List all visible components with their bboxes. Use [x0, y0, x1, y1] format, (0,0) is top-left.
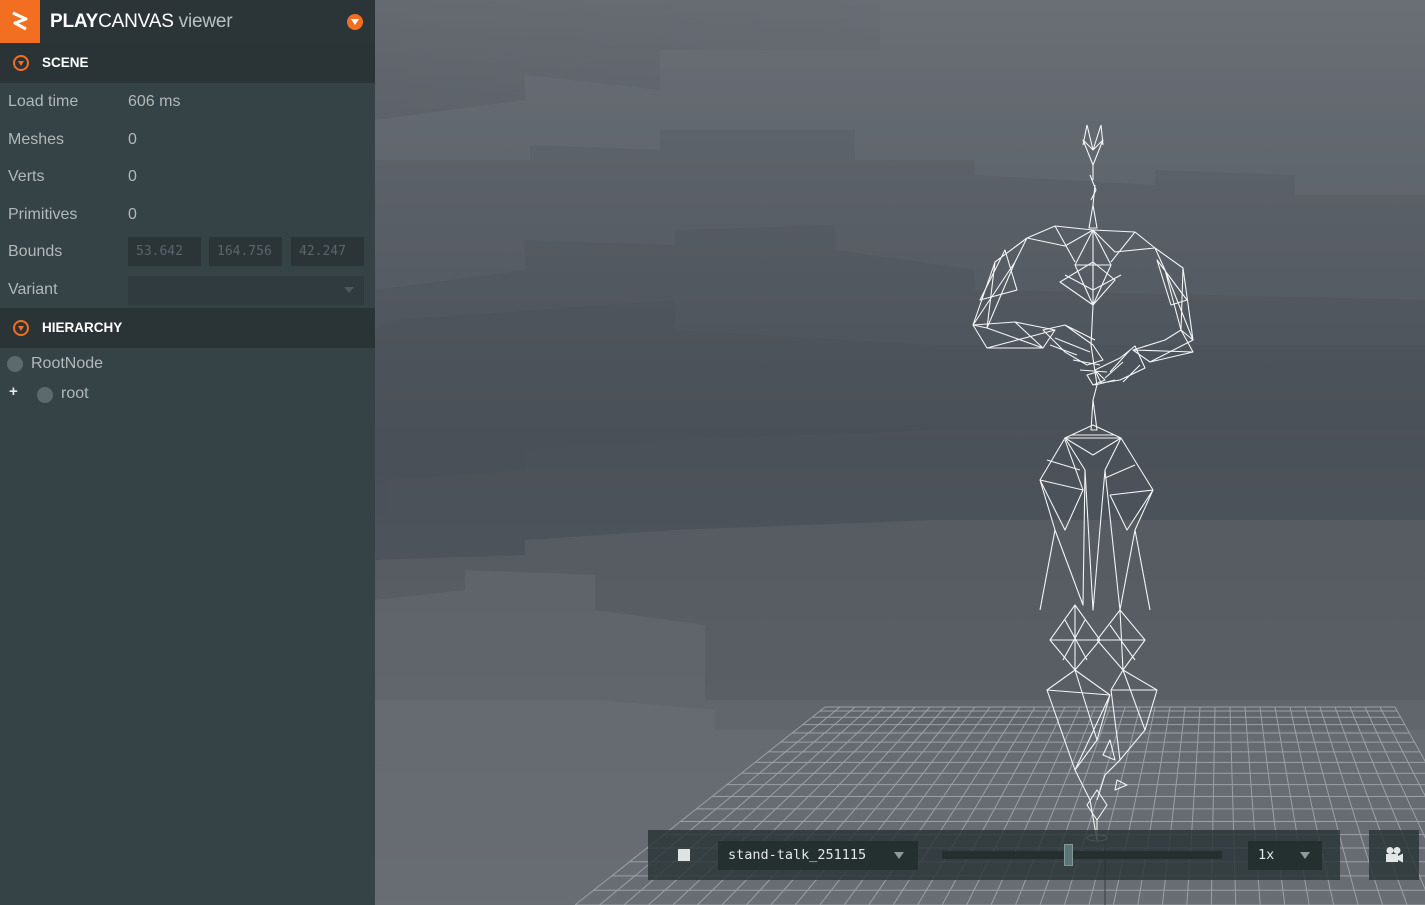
collapse-circle-icon[interactable]: [13, 320, 29, 336]
node-dot-icon: [7, 356, 23, 372]
animation-controls: stand-talk_251115 1x: [648, 830, 1340, 880]
bounds-x-field[interactable]: [128, 237, 201, 266]
hierarchy-heading: HIERARCHY: [42, 320, 123, 335]
load-time-label: Load time: [8, 93, 79, 110]
primitives-value: 0: [128, 206, 137, 223]
expand-icon[interactable]: +: [9, 384, 21, 399]
tree-item-label: RootNode: [31, 355, 104, 372]
speed-select[interactable]: 1x: [1248, 841, 1322, 870]
brand-play: PLAY: [50, 11, 99, 32]
menu-dropdown-icon[interactable]: [347, 14, 363, 30]
bounds-y-field[interactable]: [209, 237, 282, 266]
animation-track-name: stand-talk_251115: [728, 847, 867, 863]
load-time-value: 606 ms: [128, 93, 181, 110]
hierarchy-section-header[interactable]: HIERARCHY: [0, 308, 375, 348]
variant-select[interactable]: [128, 276, 364, 305]
chevron-down-icon: [1300, 852, 1310, 859]
collapse-circle-icon[interactable]: [13, 55, 29, 71]
scene-heading: SCENE: [42, 55, 89, 70]
verts-value: 0: [128, 168, 137, 185]
scene-section-header[interactable]: SCENE: [0, 43, 375, 83]
brand-suffix: viewer: [178, 11, 233, 32]
brand-canvas: CANVAS: [98, 11, 174, 32]
app-header: PLAYCANVAS viewer: [0, 0, 375, 43]
3d-viewport[interactable]: [375, 0, 1425, 905]
chevron-down-icon: [344, 287, 354, 293]
meshes-value: 0: [128, 131, 137, 148]
variant-label: Variant: [8, 281, 58, 298]
primitives-label: Primitives: [8, 206, 78, 223]
verts-label: Verts: [8, 168, 45, 185]
speed-value: 1x: [1258, 847, 1275, 863]
playcanvas-logo-icon[interactable]: [0, 0, 40, 43]
viewport-canvas: [375, 0, 1425, 905]
animation-scrubber[interactable]: [942, 844, 1222, 866]
meshes-label: Meshes: [8, 131, 65, 148]
stop-icon[interactable]: [678, 849, 690, 861]
tree-item-label: root: [61, 385, 89, 402]
camera-icon[interactable]: [1369, 830, 1419, 880]
bounds-label: Bounds: [8, 243, 63, 260]
bounds-z-field[interactable]: [291, 237, 364, 266]
scrubber-handle[interactable]: [1064, 844, 1073, 866]
chevron-down-icon: [894, 852, 904, 859]
side-panel: PLAYCANVAS viewer SCENE Load time 606 ms …: [0, 0, 375, 905]
app-title: PLAYCANVAS viewer: [50, 11, 233, 33]
animation-track-select[interactable]: stand-talk_251115: [718, 841, 918, 870]
node-dot-icon: [37, 387, 53, 403]
